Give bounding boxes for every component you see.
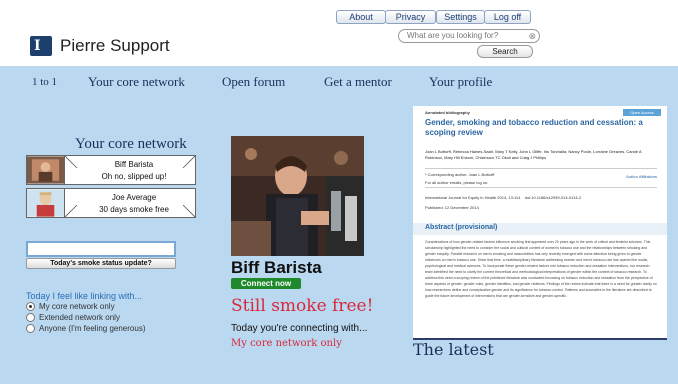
profile-photo: [231, 136, 364, 256]
article-authors: Joan L Bottorff, Rebecca Haines-Saah, Ma…: [425, 149, 642, 160]
article-label: Annotated bibliography: [425, 110, 470, 115]
citation-journal: International Journal for Equity in Heal…: [425, 195, 521, 200]
radio-anyone[interactable]: Anyone (I'm feeling generous): [26, 324, 146, 334]
radio-unchecked-icon[interactable]: [26, 324, 35, 334]
nav-open-forum[interactable]: Open forum: [222, 74, 285, 90]
member-name: Joe Average: [111, 193, 157, 202]
published-date: Published: 12 December 2014: [425, 205, 479, 210]
member-status: Oh no, slipped up!: [101, 172, 167, 181]
corresponding-author: * Corresponding author: Joan L Bottorff: [425, 172, 495, 177]
abstract-heading: Abstract (provisional): [425, 224, 498, 231]
article-preview[interactable]: Annotated bibliography Open Access Gende…: [413, 106, 667, 338]
member-status: 30 days smoke free: [99, 205, 169, 214]
smoke-status-button[interactable]: Today's smoke status update?: [26, 258, 176, 269]
member-name: Biff Barista: [114, 160, 154, 169]
still-smoke-free-text: Still smoke free!: [231, 296, 374, 316]
linking-title: Today I feel like linking with...: [26, 291, 143, 301]
citation-doi: doi:10.1186/s12939-014-0114-2: [524, 195, 582, 200]
radio-checked-icon[interactable]: [26, 302, 35, 312]
nav-your-profile[interactable]: Your profile: [429, 74, 492, 90]
open-access-badge: Open Access: [623, 109, 661, 116]
profile-name: Biff Barista: [231, 258, 322, 277]
nav-core-network[interactable]: Your core network: [88, 74, 185, 90]
brand-name: Pierre Support: [60, 36, 170, 55]
today-connecting-text: Today you're connecting with...: [231, 323, 368, 334]
radio-label: Anyone (I'm feeling generous): [39, 324, 146, 333]
clear-icon[interactable]: ⊗: [528, 30, 536, 42]
search-button[interactable]: Search: [477, 45, 533, 58]
correspondence-box: * Corresponding author: Joan L Bottorff …: [425, 168, 657, 188]
radio-label: My core network only: [39, 302, 115, 311]
smoke-status-input[interactable]: [26, 241, 176, 257]
core-network-member[interactable]: Biff Barista Oh no, slipped up!: [26, 155, 196, 185]
search-placeholder: What are you looking for?: [407, 31, 499, 40]
radio-core-network[interactable]: My core network only: [26, 302, 115, 312]
connect-now-button[interactable]: Connect now: [231, 278, 301, 289]
core-network-member[interactable]: Joe Average 30 days smoke free: [26, 188, 196, 218]
author-affiliations-link[interactable]: Author Affiliations: [626, 174, 657, 179]
header: I Pierre Support About Privacy Settings …: [0, 0, 678, 66]
avatar: [27, 189, 65, 217]
nav-1to1[interactable]: 1 to 1: [32, 76, 57, 88]
article-title[interactable]: Gender, smoking and tobacco reduction an…: [425, 118, 657, 138]
the-latest-heading: The latest: [413, 340, 494, 359]
radio-extended-network[interactable]: Extended network only: [26, 313, 120, 323]
author-emails-note: For all author emails, please log on.: [425, 180, 489, 185]
log-off-link[interactable]: Log off: [484, 10, 531, 24]
radio-unchecked-icon[interactable]: [26, 313, 35, 323]
radio-label: Extended network only: [39, 313, 120, 322]
nav-get-mentor[interactable]: Get a mentor: [324, 74, 392, 90]
about-link[interactable]: About: [336, 10, 386, 24]
abstract-text: Considerations of how gender-related fac…: [425, 240, 657, 298]
settings-link[interactable]: Settings: [436, 10, 485, 24]
privacy-link[interactable]: Privacy: [385, 10, 436, 24]
logo-icon: I: [30, 36, 52, 56]
connecting-with-value: My core network only: [231, 338, 342, 349]
avatar: [27, 156, 65, 184]
article-citation: International Journal for Equity in Heal…: [425, 195, 657, 210]
core-network-title: Your core network: [75, 136, 187, 152]
abstract-header: Abstract (provisional): [413, 223, 667, 235]
search-input[interactable]: What are you looking for? ⊗: [398, 29, 540, 43]
